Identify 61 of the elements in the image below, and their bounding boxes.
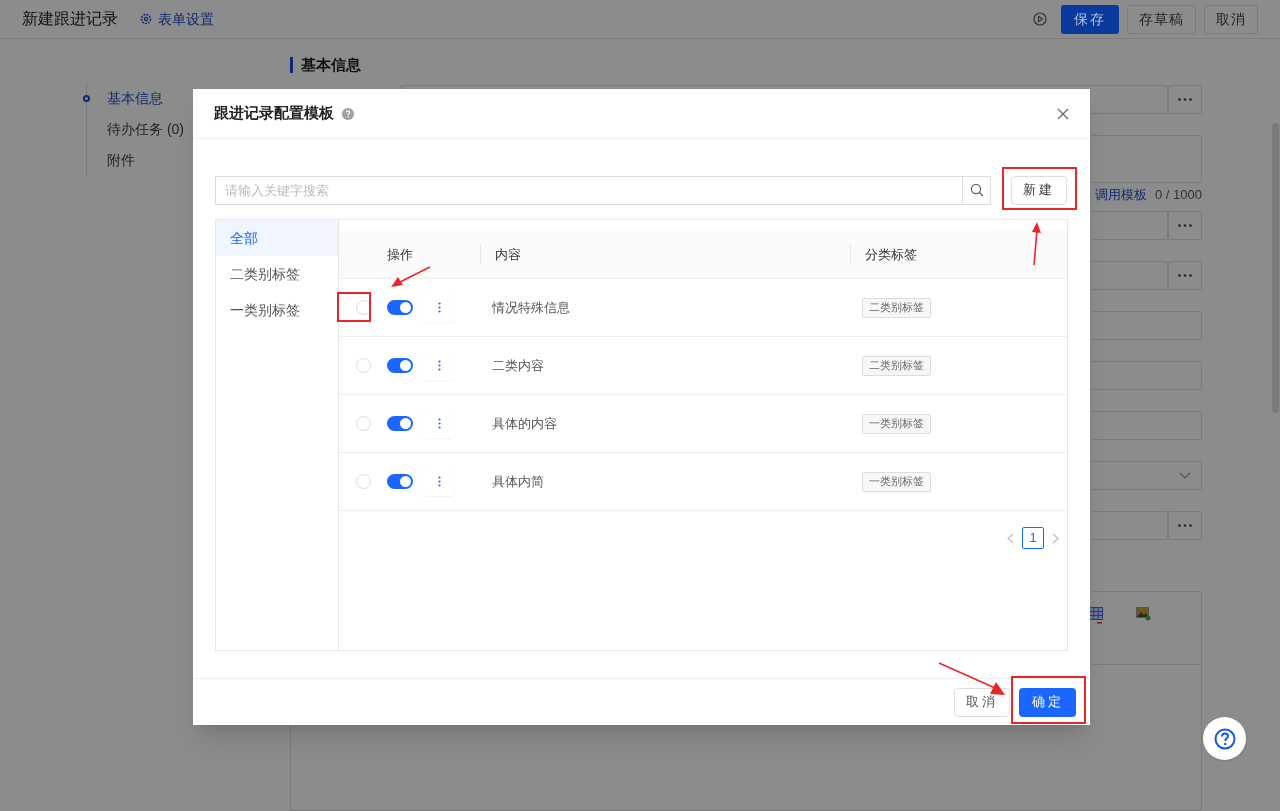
category-tag: 一类别标签 [862, 471, 931, 492]
table-cell-text: 具体内简 [492, 472, 545, 491]
gear-icon [140, 13, 152, 25]
category-tag: 二类别标签 [862, 355, 931, 376]
play-icon[interactable] [1033, 12, 1047, 26]
help-icon[interactable] [342, 107, 354, 120]
annotation-arrow [391, 266, 431, 288]
more-vertical-icon [437, 302, 441, 313]
more-button[interactable] [1168, 85, 1202, 114]
confirm-button[interactable]: 确定 [1019, 687, 1076, 717]
table-cell-text: 情况特殊信息 [492, 298, 571, 317]
more-vertical-icon [437, 418, 441, 429]
category-item[interactable]: 一类别标签 [216, 292, 338, 328]
category-item[interactable]: 全部 [216, 220, 338, 256]
more-button[interactable] [1168, 211, 1202, 240]
search-icon [969, 183, 984, 197]
nav-item[interactable]: 基本信息 [107, 88, 163, 109]
template-link[interactable]: 调用模板 [1095, 185, 1147, 205]
more-icon [1178, 524, 1192, 527]
toggle-switch[interactable] [387, 300, 413, 315]
more-icon [1178, 98, 1192, 101]
new-button[interactable]: 新建 [1011, 175, 1067, 205]
form-settings-link[interactable]: 表单设置 [140, 8, 214, 30]
page-button[interactable]: 1 [1022, 527, 1044, 549]
more-vertical-icon [437, 476, 441, 487]
dialog-title: 跟进记录配置模板 [214, 103, 334, 124]
category-tag: 二类别标签 [862, 297, 931, 318]
more-icon [1178, 274, 1192, 277]
column-header: 操作 [387, 245, 414, 264]
table-cell-text: 二类内容 [492, 356, 545, 375]
nav-item[interactable]: 附件 [107, 150, 135, 171]
char-count: 0 / 1000 [1155, 186, 1202, 205]
toggle-switch[interactable] [387, 474, 413, 489]
more-icon [1178, 224, 1192, 227]
help-button[interactable] [1203, 717, 1246, 760]
more-button[interactable] [1168, 511, 1202, 540]
chevron-right-icon[interactable] [1052, 532, 1059, 544]
search-button[interactable] [963, 175, 991, 205]
toggle-switch[interactable] [387, 416, 413, 431]
annotation-arrow [1029, 222, 1043, 266]
header-button[interactable]: 存草稿 [1127, 4, 1196, 34]
help-icon [1213, 727, 1236, 750]
column-header: 分类标签 [864, 245, 917, 264]
chevron-down-icon [1179, 472, 1191, 479]
more-vertical-icon [437, 360, 441, 371]
category-tag: 一类别标签 [862, 413, 931, 434]
annotation-box [337, 292, 371, 322]
nav-item[interactable]: 待办任务 (0) [107, 119, 184, 140]
table-cell-text: 具体的内容 [492, 414, 558, 433]
section-title: 基本信息 [301, 54, 361, 75]
header-button[interactable]: 保存 [1061, 4, 1119, 34]
page-title: 新建跟进记录 [22, 9, 118, 29]
category-item[interactable]: 二类别标签 [216, 256, 338, 292]
column-header: 内容 [494, 245, 522, 264]
annotation-arrow [938, 662, 1006, 696]
header-button[interactable]: 取消 [1204, 4, 1258, 34]
toggle-switch[interactable] [387, 358, 413, 373]
close-icon[interactable] [1057, 107, 1069, 120]
chevron-left-icon[interactable] [1007, 532, 1014, 544]
search-field[interactable]: 请输入关键字搜索 [215, 175, 963, 205]
more-button[interactable] [1168, 261, 1202, 290]
